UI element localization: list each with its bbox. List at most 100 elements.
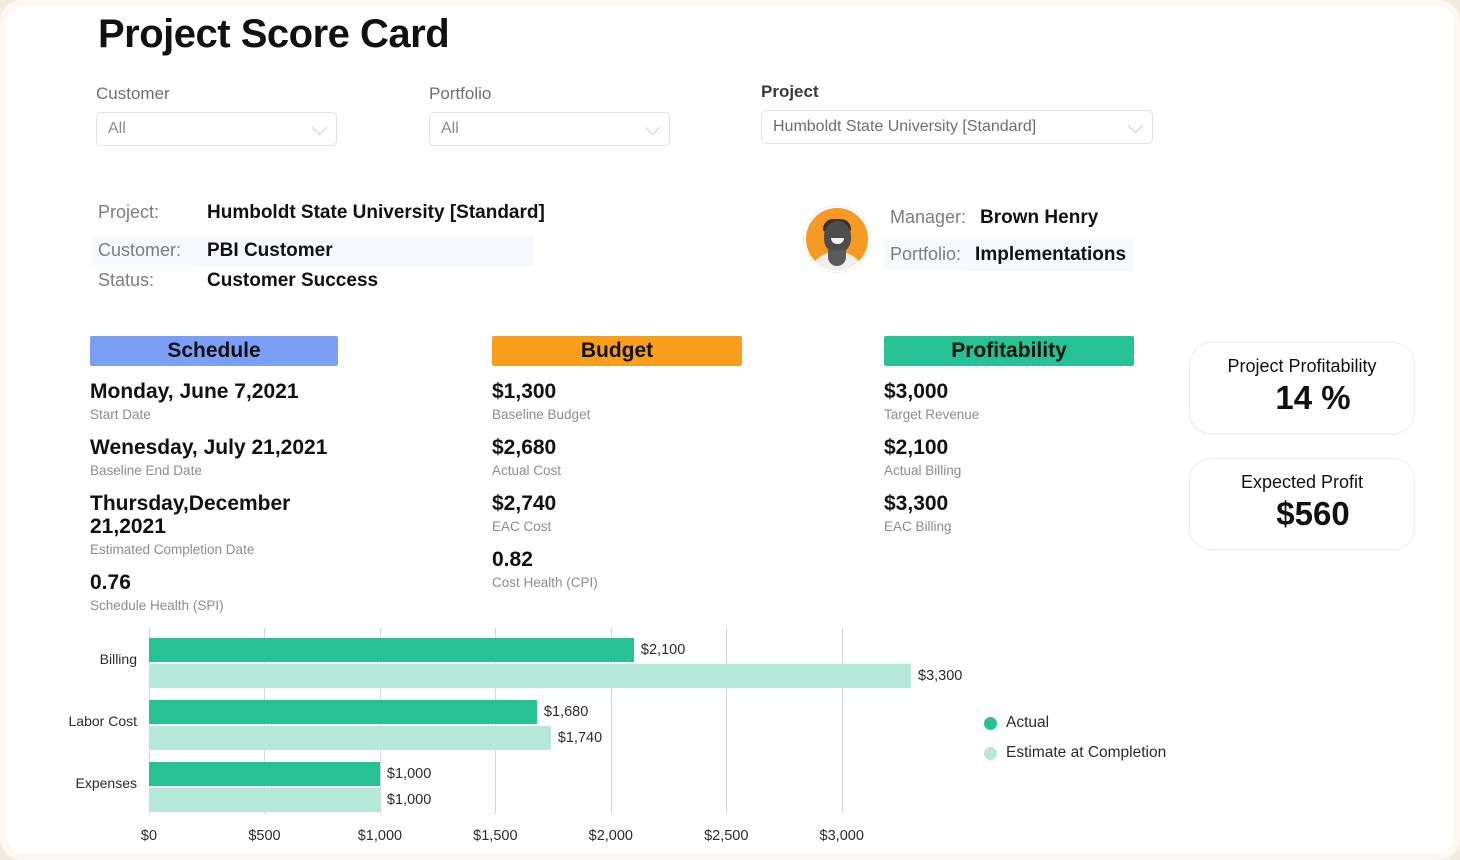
portfolio-select-value: All (441, 120, 459, 138)
customer-select-value: All (108, 120, 126, 138)
chevron-down-icon (1128, 118, 1144, 134)
filter-project: Project Humboldt State University [Stand… (761, 82, 1153, 144)
chart-legend: Actual Estimate at Completion (984, 708, 1166, 768)
metric-value: $3,300 (884, 492, 1134, 515)
info-label-status: Status: (92, 270, 199, 291)
metric-header-profitability: Profitability (884, 336, 1134, 366)
metric-label: Actual Cost (492, 463, 742, 478)
chart-bar-label: $1,000 (387, 792, 431, 808)
portfolio-select[interactable]: All (429, 112, 670, 146)
filter-customer: Customer All (96, 84, 337, 146)
info-label-portfolio: Portfolio: (884, 239, 967, 270)
metric-value: $2,680 (492, 436, 742, 459)
metric-column-profitability: Profitability $3,000 Target Revenue $2,1… (884, 336, 1134, 534)
metric-label: Target Revenue (884, 407, 1134, 422)
metric-value: $1,300 (492, 380, 742, 403)
metric-label: Baseline Budget (492, 407, 742, 422)
chart-x-tick-label: $2,500 (704, 828, 748, 844)
metric-item: Monday, June 7,2021 Start Date (90, 380, 338, 422)
metric-label: Actual Billing (884, 463, 1134, 478)
avatar-head (824, 221, 851, 253)
info-value-project: Humboldt State University [Standard] (199, 202, 553, 224)
project-select-value: Humboldt State University [Standard] (773, 118, 1036, 136)
metric-label: Start Date (90, 407, 338, 422)
chart-bar: $3,300 (149, 664, 911, 688)
chevron-down-icon (645, 120, 661, 136)
kpi-value: $560 (1190, 495, 1414, 533)
chart-bar: $1,000 (149, 762, 380, 786)
chart-bar: $1,740 (149, 726, 551, 750)
metric-item: $3,000 Target Revenue (884, 380, 1134, 422)
chart-bar-label: $1,740 (558, 730, 602, 746)
kpi-title: Expected Profit (1190, 472, 1414, 493)
chart-y-tick-label: Expenses (76, 775, 137, 791)
info-value-customer: PBI Customer (199, 236, 534, 266)
info-label-customer: Customer: (92, 236, 199, 265)
chart-x-tick-label: $1,500 (473, 828, 517, 844)
legend-color-dot (984, 717, 997, 730)
metric-item: Wenesday, July 21,2021 Baseline End Date (90, 436, 338, 478)
metric-item: $3,300 EAC Billing (884, 492, 1134, 534)
chart-x-tick-label: $2,000 (589, 828, 633, 844)
info-row-manager: Manager: Brown Henry (884, 207, 1134, 239)
bar-chart: $0 $500 $1,000 $1,500 $2,000 $2,500 $3,000 Bill… (6, 606, 1454, 854)
metric-value: $2,100 (884, 436, 1134, 459)
legend-label: Estimate at Completion (1006, 744, 1166, 762)
dashboard-card: Project Score Card Customer All Portfoli… (6, 6, 1454, 854)
chart-x-tick-label: $500 (248, 828, 280, 844)
metric-label: Cost Health (CPI) (492, 575, 742, 590)
filter-customer-label: Customer (96, 84, 337, 104)
metric-item: $2,100 Actual Billing (884, 436, 1134, 478)
page-title: Project Score Card (98, 12, 449, 57)
avatar (804, 206, 870, 272)
page-background: Project Score Card Customer All Portfoli… (0, 0, 1460, 860)
legend-item[interactable]: Estimate at Completion (984, 738, 1166, 768)
project-select[interactable]: Humboldt State University [Standard] (761, 110, 1153, 144)
chart-gridline (842, 628, 843, 814)
chart-y-tick-label: Labor Cost (69, 713, 137, 729)
metric-item: Thursday,December 21,2021 Estimated Comp… (90, 492, 338, 557)
chart-gridline (726, 628, 727, 814)
info-value-manager: Brown Henry (972, 207, 1106, 229)
filter-project-label: Project (761, 82, 1153, 102)
metric-item: 0.82 Cost Health (CPI) (492, 548, 742, 590)
chart-y-tick-label: Billing (100, 651, 137, 667)
chart-bar: $2,100 (149, 638, 634, 662)
info-row-portfolio: Portfolio: Implementations (884, 239, 1134, 271)
metric-value: 0.76 (90, 571, 338, 594)
chart-bar-label: $2,100 (641, 642, 685, 658)
metric-label: EAC Cost (492, 519, 742, 534)
info-row-customer: Customer: PBI Customer (92, 236, 553, 270)
info-label-project: Project: (92, 202, 199, 223)
chart-x-tick-label: $0 (141, 828, 157, 844)
legend-label: Actual (1006, 714, 1049, 732)
legend-item[interactable]: Actual (984, 708, 1166, 738)
metric-value: $2,740 (492, 492, 742, 515)
legend-color-dot (984, 747, 997, 760)
chart-bar: $1,000 (149, 788, 380, 812)
customer-select[interactable]: All (96, 112, 337, 146)
project-info-block: Project: Humboldt State University [Stan… (92, 202, 553, 304)
info-label-manager: Manager: (884, 207, 972, 228)
metric-item: $2,740 EAC Cost (492, 492, 742, 534)
metric-value: Monday, June 7,2021 (90, 380, 338, 403)
filter-portfolio-label: Portfolio (429, 84, 670, 104)
metric-item: $2,680 Actual Cost (492, 436, 742, 478)
metric-label: Estimated Completion Date (90, 542, 338, 557)
info-value-status: Customer Success (199, 270, 386, 292)
metric-value: Thursday,December 21,2021 (90, 492, 338, 538)
kpi-card-expected-profit: Expected Profit $560 (1189, 458, 1415, 550)
kpi-card-project-profitability: Project Profitability 14 % (1189, 342, 1415, 434)
chart-plot-area: $0$500$1,000$1,500$2,000$2,500$3,000Bill… (149, 628, 911, 814)
metric-value: Wenesday, July 21,2021 (90, 436, 338, 459)
metric-label: Baseline End Date (90, 463, 338, 478)
manager-info-block: Manager: Brown Henry Portfolio: Implemen… (804, 206, 1134, 272)
chart-x-tick-label: $3,000 (820, 828, 864, 844)
kpi-title: Project Profitability (1190, 356, 1414, 377)
metric-item: $1,300 Baseline Budget (492, 380, 742, 422)
manager-rows: Manager: Brown Henry Portfolio: Implemen… (884, 207, 1134, 271)
chart-x-tick-label: $1,000 (358, 828, 402, 844)
chevron-down-icon (312, 120, 328, 136)
filter-portfolio: Portfolio All (429, 84, 670, 146)
chart-bar: $1,680 (149, 700, 537, 724)
